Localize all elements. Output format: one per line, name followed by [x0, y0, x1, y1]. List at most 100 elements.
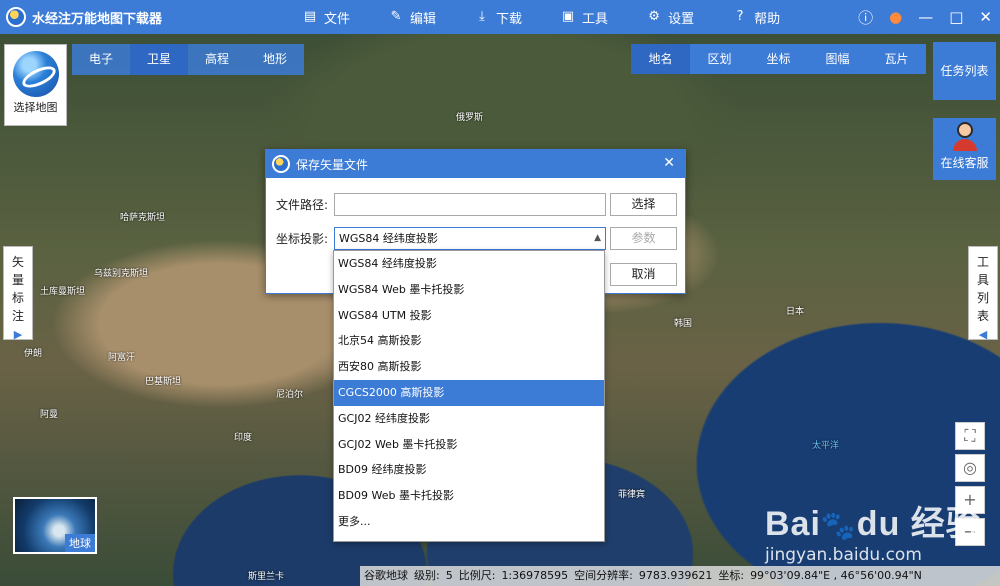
map-label: 乌兹别克斯坦	[94, 269, 149, 279]
tab-electronic[interactable]: 电子	[72, 44, 130, 75]
gear-icon: ⚙	[648, 9, 660, 24]
tab-terrain[interactable]: 地形	[246, 44, 304, 75]
task-list-button[interactable]: 任务列表	[933, 42, 996, 100]
caret-up-icon: ▲	[594, 233, 601, 243]
help-icon: ?	[736, 9, 744, 24]
coord-value: 99°03'09.84"E , 46°56'00.94"N	[750, 569, 922, 582]
projection-option[interactable]: WGS84 Web 墨卡托投影	[334, 277, 604, 303]
tab-coordinate[interactable]: 坐标	[749, 44, 808, 74]
map-label: 尼泊尔	[276, 390, 304, 400]
tab-district[interactable]: 区划	[690, 44, 749, 74]
earth-view-toggle[interactable]: 地球	[13, 497, 97, 554]
tab-elevation[interactable]: 高程	[188, 44, 246, 75]
close-icon[interactable]: ✕	[979, 8, 992, 26]
projection-option[interactable]: BD09 经纬度投影	[334, 457, 604, 483]
projection-option[interactable]: CGCS2000 高斯投影	[334, 379, 604, 406]
level-label: 级别:	[414, 569, 440, 582]
maximize-icon[interactable]: □	[949, 8, 963, 26]
minimize-icon[interactable]: —	[918, 8, 933, 26]
menu-download[interactable]: ⤓ 下载	[474, 8, 522, 27]
zoom-level: 5	[445, 569, 453, 582]
vector-annotation-label: 矢量标注	[11, 255, 24, 323]
map-label: 太平洋	[812, 441, 840, 451]
map-selector-label: 选择地图	[13, 101, 58, 114]
path-label: 文件路径:	[276, 198, 329, 212]
online-service-label: 在线客服	[940, 156, 989, 170]
map-label: 菲律宾	[618, 490, 646, 500]
coord-label: 坐标:	[718, 569, 745, 582]
tab-map-sheet[interactable]: 图幅	[808, 44, 867, 74]
path-row: 文件路径:	[276, 193, 606, 216]
map-label: 巴基斯坦	[145, 377, 182, 387]
folder-icon: ▤	[303, 9, 317, 24]
map-label: 印度	[234, 433, 253, 443]
map-label: 俄罗斯	[456, 113, 484, 123]
map-label: 日本	[786, 307, 805, 317]
projection-option[interactable]: GCJ02 Web 墨卡托投影	[334, 432, 604, 458]
baidu-watermark: Bai🐾du 经验 jingyan.baidu.com	[765, 496, 995, 566]
dialog-title: 保存矢量文件	[296, 157, 369, 172]
customer-service-agent-icon	[952, 122, 978, 152]
tool-list-tab[interactable]: 工具列表 ◀	[968, 246, 998, 341]
toolbox-icon: ▣	[561, 9, 575, 24]
map-label: 韩国	[674, 319, 693, 329]
projection-option[interactable]: BD09 Web 墨卡托投影	[334, 483, 604, 509]
map-label: 阿曼	[40, 410, 59, 420]
vector-annotation-tab[interactable]: 矢量标注 ▶	[3, 246, 33, 341]
menu-file[interactable]: ▤ 文件	[302, 8, 350, 27]
locate-icon[interactable]: ◎	[955, 454, 985, 482]
baidu-logo: Bai🐾du 经验	[765, 505, 981, 543]
menu-help[interactable]: ? 帮助	[732, 8, 780, 27]
menu-tools[interactable]: ▣ 工具	[560, 8, 608, 27]
resolution-label: 空间分辨率:	[574, 569, 633, 582]
map-label: 阿富汗	[108, 353, 136, 363]
status-bar: 谷歌地球 级别: 5 比例尺: 1:36978595 空间分辨率: 9783.9396…	[360, 566, 1000, 586]
tab-satellite[interactable]: 卫星	[130, 44, 188, 75]
cancel-button[interactable]: 取消	[610, 263, 677, 286]
menu-edit[interactable]: ✎ 编辑	[388, 8, 436, 27]
main-menu: ▤ 文件 ✎ 编辑 ⤓ 下载 ▣ 工具 ⚙ 设置 ? 帮助	[302, 8, 818, 27]
app-logo-icon	[272, 155, 290, 173]
projection-option[interactable]: 北京54 高斯投影	[334, 328, 604, 354]
resolution-value: 9783.939621	[638, 569, 713, 582]
params-button[interactable]: 参数	[610, 227, 677, 250]
online-service-button[interactable]: 在线客服	[933, 118, 996, 180]
close-icon[interactable]: ✕	[663, 155, 675, 171]
projection-label: 坐标投影:	[276, 232, 329, 246]
fullscreen-icon[interactable]: ⛶	[955, 422, 985, 450]
download-icon: ⤓	[479, 9, 485, 24]
map-label: 哈萨克斯坦	[120, 213, 166, 223]
scale-value: 1:36978595	[501, 569, 569, 582]
map-label: 伊朗	[24, 349, 43, 359]
window-controls: ⓘ ● — □ ✕	[858, 0, 992, 34]
projection-select[interactable]: WGS84 经纬度投影 ▲	[334, 227, 606, 250]
dialog-titlebar: 保存矢量文件 ✕	[266, 150, 685, 178]
projection-option[interactable]: GCJ02 经纬度投影	[334, 406, 604, 432]
projection-dropdown: WGS84 经纬度投影 WGS84 Web 墨卡托投影 WGS84 UTM 投影…	[333, 250, 605, 542]
projection-option[interactable]: WGS84 UTM 投影	[334, 303, 604, 329]
projection-option[interactable]: 西安80 高斯投影	[334, 354, 604, 380]
menu-settings[interactable]: ⚙ 设置	[646, 8, 694, 27]
tab-place-name[interactable]: 地名	[631, 44, 690, 74]
projection-option[interactable]: WGS84 经纬度投影	[334, 251, 604, 277]
file-path-input[interactable]	[334, 193, 606, 216]
tool-list-label: 工具列表	[976, 255, 989, 323]
projection-selected-value: WGS84 经纬度投影	[339, 232, 438, 245]
earth-view-label: 地球	[65, 534, 95, 552]
choose-button[interactable]: 选择	[610, 193, 677, 216]
title-bar: 水经注万能地图下载器 ▤ 文件 ✎ 编辑 ⤓ 下载 ▣ 工具 ⚙ 设置 ? 帮助 ⓘ ● —…	[0, 0, 1000, 34]
edit-icon: ✎	[390, 9, 402, 24]
map-label: 土库曼斯坦	[40, 287, 86, 297]
globe-icon	[12, 51, 59, 97]
map-source: 谷歌地球	[364, 569, 408, 582]
more-projections-option[interactable]: 更多...	[334, 509, 604, 535]
user-icon[interactable]: ●	[889, 8, 902, 26]
projection-row: 坐标投影: WGS84 经纬度投影 ▲	[276, 227, 606, 250]
map-selector-button[interactable]: 选择地图	[4, 44, 67, 126]
tab-tile[interactable]: 瓦片	[867, 44, 926, 74]
info-icon[interactable]: ⓘ	[858, 7, 873, 28]
scale-label: 比例尺:	[458, 569, 496, 582]
chevron-left-icon: ◀	[978, 328, 988, 341]
map-label: 斯里兰卡	[248, 572, 285, 582]
app-logo-icon	[6, 7, 26, 27]
